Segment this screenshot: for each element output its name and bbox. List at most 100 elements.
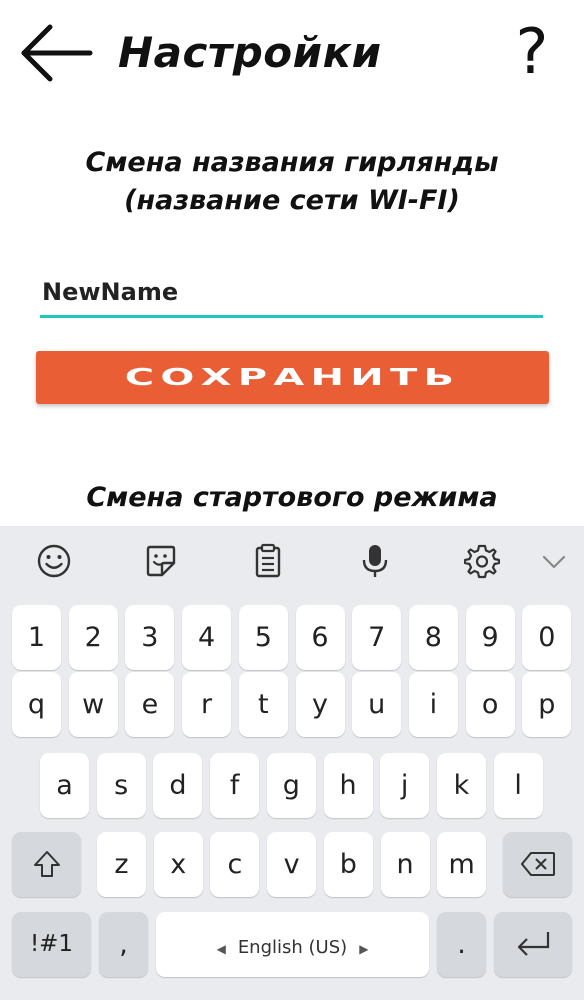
key-p-label: p: [538, 689, 556, 720]
emoji-icon[interactable]: [36, 543, 72, 579]
key-v[interactable]: v: [267, 832, 317, 897]
enter-key[interactable]: [494, 912, 572, 977]
key-d-label: d: [169, 770, 187, 801]
key-f[interactable]: f: [210, 753, 260, 818]
key-a[interactable]: a: [40, 753, 89, 818]
key-h-label: h: [339, 770, 357, 801]
backspace-key[interactable]: [503, 832, 572, 897]
key-j[interactable]: j: [380, 753, 430, 818]
key-k[interactable]: k: [436, 753, 486, 818]
app-header: Настройки ?: [0, 0, 584, 110]
period-key-label: .: [457, 929, 466, 960]
key-a-label: a: [56, 770, 73, 801]
key-y[interactable]: y: [295, 672, 345, 737]
key-5[interactable]: 5: [238, 605, 288, 670]
key-3-label: 3: [141, 622, 159, 653]
space-arrow-left-icon: ◀: [216, 942, 226, 956]
key-9[interactable]: 9: [465, 605, 515, 670]
help-button[interactable]: ?: [508, 16, 556, 88]
key-g[interactable]: g: [266, 753, 316, 818]
key-i[interactable]: i: [408, 672, 458, 737]
key-j-label: j: [400, 770, 409, 801]
key-6-label: 6: [311, 622, 329, 653]
rename-section-title: Смена названия гирлянды: [85, 147, 499, 178]
space-key[interactable]: ◀ English (US) ▶: [156, 912, 429, 977]
enter-icon: [517, 932, 550, 956]
key-m[interactable]: m: [437, 832, 487, 897]
key-7-label: 7: [368, 622, 386, 653]
key-0[interactable]: 0: [522, 605, 572, 670]
key-b[interactable]: b: [323, 832, 373, 897]
settings-icon[interactable]: [463, 543, 501, 579]
key-1[interactable]: 1: [12, 605, 61, 670]
key-h[interactable]: h: [323, 753, 373, 818]
arrow-left-icon: [21, 24, 93, 82]
key-y-label: y: [312, 689, 328, 720]
comma-key[interactable]: ,: [99, 912, 148, 977]
key-u[interactable]: u: [352, 672, 402, 737]
key-t[interactable]: t: [238, 672, 288, 737]
key-q-label: q: [27, 689, 46, 720]
key-w-label: w: [82, 689, 105, 720]
key-n[interactable]: n: [380, 832, 430, 897]
key-x[interactable]: x: [153, 832, 203, 897]
back-button[interactable]: [18, 22, 94, 84]
key-x-label: x: [170, 849, 187, 880]
key-8-label: 8: [424, 622, 442, 653]
key-6[interactable]: 6: [295, 605, 345, 670]
key-e-label: e: [141, 689, 159, 720]
save-button[interactable]: СОХРАНИТЬ: [36, 351, 549, 404]
key-t-label: t: [258, 689, 269, 720]
shift-icon: [33, 851, 60, 877]
key-w[interactable]: w: [68, 672, 118, 737]
key-2-label: 2: [84, 622, 102, 653]
rename-section-subtitle: (название сети WI-FI): [124, 185, 460, 216]
key-8[interactable]: 8: [408, 605, 458, 670]
settings-screen: Настройки ? Смена названия гирлянды (наз…: [0, 0, 584, 526]
symbols-key-label: !#1: [29, 931, 74, 957]
start-mode-section-title: Смена стартового режима: [86, 482, 498, 513]
key-o[interactable]: o: [465, 672, 515, 737]
keyboard-toolbar: [0, 526, 584, 596]
key-3[interactable]: 3: [125, 605, 175, 670]
save-button-label: СОХРАНИТЬ: [124, 363, 461, 391]
key-r[interactable]: r: [182, 672, 232, 737]
key-7[interactable]: 7: [352, 605, 402, 670]
sticker-icon[interactable]: [143, 543, 179, 579]
period-key[interactable]: .: [437, 912, 486, 977]
key-l[interactable]: l: [493, 753, 543, 818]
key-q[interactable]: q: [12, 672, 61, 737]
key-g-label: g: [282, 770, 300, 801]
space-key-label: English (US): [237, 937, 348, 958]
key-k-label: k: [453, 770, 470, 801]
comma-key-label: ,: [119, 929, 128, 960]
microphone-icon[interactable]: [357, 543, 393, 579]
key-d[interactable]: d: [153, 753, 203, 818]
symbols-key[interactable]: !#1: [12, 912, 91, 977]
chevron-down-icon[interactable]: [538, 543, 574, 579]
key-s[interactable]: s: [96, 753, 146, 818]
key-l-label: l: [514, 770, 522, 801]
key-s-label: s: [114, 770, 129, 801]
backspace-icon: [520, 852, 555, 876]
clipboard-icon[interactable]: [250, 543, 286, 579]
key-p[interactable]: p: [522, 672, 572, 737]
key-e[interactable]: e: [125, 672, 175, 737]
key-o-label: o: [481, 689, 499, 720]
key-9-label: 9: [481, 622, 499, 653]
key-u-label: u: [368, 689, 386, 720]
key-5-label: 5: [254, 622, 272, 653]
key-n-label: n: [396, 849, 414, 880]
garland-name-input[interactable]: [40, 268, 543, 318]
key-f-label: f: [229, 770, 240, 801]
page-title: Настройки: [118, 28, 382, 77]
soft-keyboard: 1 2 3 4 5 6 7 8 9 0 q w e r t y u i o p a s d f g h j k l z x c v b n m !#1,…: [0, 526, 584, 1000]
key-z[interactable]: z: [97, 832, 146, 897]
key-4[interactable]: 4: [182, 605, 232, 670]
key-0-label: 0: [538, 622, 556, 653]
key-v-label: v: [283, 849, 300, 880]
key-r-label: r: [201, 689, 213, 720]
key-c[interactable]: c: [210, 832, 260, 897]
shift-key[interactable]: [12, 832, 81, 897]
key-2[interactable]: 2: [68, 605, 118, 670]
